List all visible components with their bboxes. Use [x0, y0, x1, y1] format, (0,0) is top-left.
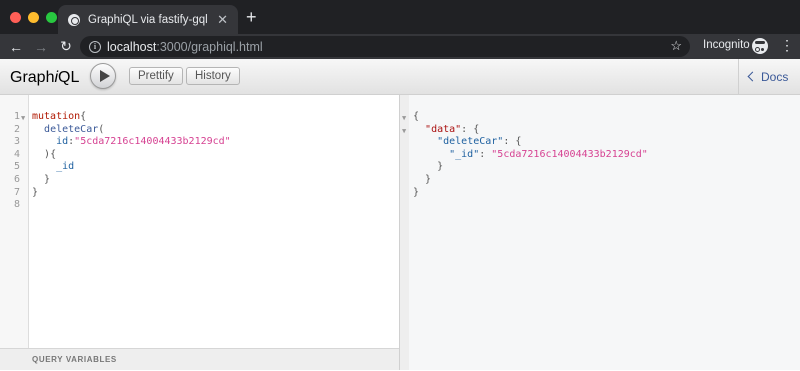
- graphiql-topbar: GraphiQL Prettify History Docs: [0, 59, 800, 95]
- incognito-icon[interactable]: [752, 38, 768, 54]
- history-button[interactable]: History: [186, 67, 240, 85]
- back-arrow-icon[interactable]: ←: [5, 39, 27, 55]
- docs-button[interactable]: Docs: [738, 59, 800, 94]
- url-text: localhost:3000/graphiql.html: [107, 40, 263, 54]
- execute-query-button[interactable]: [90, 63, 116, 89]
- url-path: :3000/graphiql.html: [156, 39, 263, 54]
- address-bar[interactable]: i localhost:3000/graphiql.html ☆: [80, 36, 690, 57]
- result-viewer: ▼ ▼ { "data": { "deleteCar": { "_id": "5…: [400, 95, 800, 370]
- line-number: 5: [13, 161, 20, 173]
- query-variables-toggle[interactable]: QUERY VARIABLES: [0, 348, 400, 370]
- fold-arrow-icon[interactable]: ▼: [21, 112, 25, 125]
- mutation-field: deleteCar: [44, 123, 99, 135]
- fold-arrow-icon[interactable]: ▼: [402, 112, 406, 125]
- line-number: 2: [13, 123, 20, 135]
- incognito-label: Incognito: [703, 39, 750, 51]
- result-id-key: "_id": [449, 148, 480, 160]
- result-deletecar-key: "deleteCar": [437, 136, 504, 148]
- close-window-button[interactable]: [10, 12, 21, 23]
- prettify-button[interactable]: Prettify: [129, 67, 183, 85]
- info-icon[interactable]: i: [89, 40, 101, 53]
- logo-prefix: Graph: [10, 69, 55, 86]
- browser-toolbar: ← → ↻ i localhost:3000/graphiql.html ☆ I…: [0, 34, 800, 59]
- window-controls: [10, 12, 57, 23]
- new-tab-button[interactable]: +: [246, 8, 257, 26]
- mutation-keyword: mutation: [32, 111, 81, 122]
- line-number: 1: [13, 111, 20, 122]
- maximize-window-button[interactable]: [46, 12, 57, 23]
- url-host: localhost: [107, 39, 157, 54]
- minimize-window-button[interactable]: [28, 12, 39, 23]
- selection-field: _id: [56, 161, 75, 173]
- line-numbers: 1 2 3 4 5 6 7 8: [0, 111, 20, 212]
- browser-tab[interactable]: GraphiQL via fastify-gql ✕: [58, 5, 238, 34]
- query-code: mutation{ deleteCar( id:"5cda7216c140044…: [32, 111, 231, 198]
- argument-value: "5cda7216c14004433b2129cd": [74, 136, 231, 148]
- reload-icon[interactable]: ↻: [55, 38, 77, 55]
- result-id-value: "5cda7216c14004433b2129cd": [491, 148, 648, 160]
- logo-suffix: QL: [58, 69, 80, 86]
- editor-panes: 1 2 3 4 5 6 7 8 ▼ mutation{ deleteCar( i…: [0, 95, 800, 370]
- chevron-left-icon: [747, 71, 758, 82]
- docs-label: Docs: [761, 70, 789, 84]
- browser-tab-bar: GraphiQL via fastify-gql ✕ +: [0, 0, 800, 34]
- result-data-key: "data": [425, 123, 462, 135]
- line-number: 8: [13, 199, 20, 211]
- line-number: 7: [13, 186, 20, 198]
- line-number: 3: [13, 136, 20, 148]
- argument-name: id: [56, 136, 69, 148]
- more-menu-icon[interactable]: ⋮: [780, 38, 794, 52]
- forward-arrow-icon[interactable]: →: [30, 39, 52, 55]
- graphiql-logo: GraphiQL: [10, 69, 79, 87]
- line-number: 6: [13, 173, 20, 185]
- result-json: { "data": { "deleteCar": { "_id": "5cda7…: [413, 111, 648, 198]
- query-editor[interactable]: 1 2 3 4 5 6 7 8 ▼ mutation{ deleteCar( i…: [0, 95, 400, 370]
- fold-arrow-icon[interactable]: ▼: [402, 125, 406, 138]
- close-tab-icon[interactable]: ✕: [217, 12, 228, 28]
- globe-icon: [68, 13, 80, 26]
- tab-title: GraphiQL via fastify-gql: [88, 13, 208, 26]
- line-number: 4: [13, 148, 20, 160]
- bookmark-star-icon[interactable]: ☆: [670, 38, 682, 54]
